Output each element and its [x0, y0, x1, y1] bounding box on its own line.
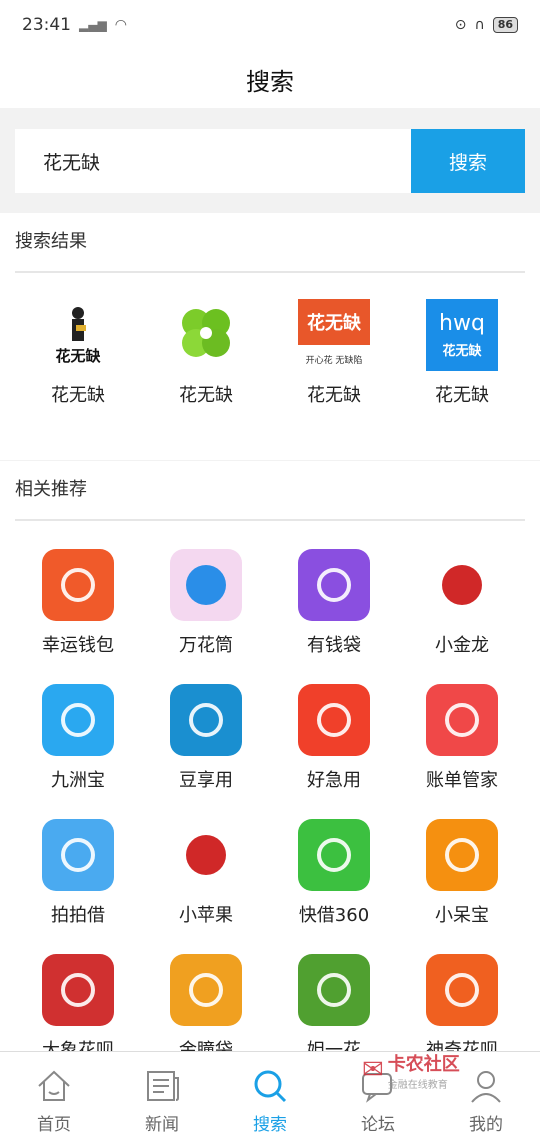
golden-eye-icon — [170, 954, 242, 1026]
recommend-item[interactable]: 幸运钱包 — [14, 549, 142, 657]
result-item[interactable]: 花无缺 花无缺 — [14, 299, 142, 407]
page-title: 搜索 — [0, 50, 540, 108]
news-icon — [147, 1071, 179, 1101]
huawuque-man-logo: 花无缺 — [42, 299, 114, 371]
battery-icon: 86 — [492, 17, 518, 33]
recommend-item[interactable]: 妲一花 — [270, 954, 398, 1051]
result-label: 花无缺 — [51, 385, 105, 406]
search-results-section: 搜索结果 花无缺 花无缺 花无缺 花无缺 开心花 无缺陷 花无缺 hwq 花无缺… — [0, 213, 540, 460]
logo-text: hwq — [439, 311, 485, 336]
logo-subtext: 开心花 无缺陷 — [305, 356, 363, 366]
lightning-icon — [298, 684, 370, 756]
recommend-item[interactable]: 账单管家 — [398, 684, 526, 792]
logo-banner: 花无缺 — [298, 299, 370, 345]
recommend-label: 妲一花 — [307, 1040, 361, 1051]
watermark-logo-icon: ✉ — [362, 1055, 384, 1085]
recommend-item[interactable]: 大象花呗 — [14, 954, 142, 1051]
recommend-item[interactable]: 九洲宝 — [14, 684, 142, 792]
result-label: 花无缺 — [307, 385, 361, 406]
hwq-blue-logo: hwq 花无缺 — [426, 299, 498, 371]
recommend-item[interactable]: 小呆宝 — [398, 819, 526, 927]
jiuzhou-pinwheel-icon — [42, 684, 114, 756]
wifi-icon: ◠ — [114, 17, 127, 33]
recommend-label: 小金龙 — [435, 635, 489, 656]
search-results-grid: 花无缺 花无缺 花无缺 花无缺 开心花 无缺陷 花无缺 hwq 花无缺 花无缺 — [0, 273, 540, 407]
result-item[interactable]: 花无缺 开心花 无缺陷 花无缺 — [270, 299, 398, 407]
search-input[interactable] — [15, 129, 411, 193]
lucky-wallet-icon — [42, 549, 114, 621]
nav-home[interactable]: 首页 — [0, 1052, 108, 1140]
search-results-title: 搜索结果 — [15, 231, 87, 252]
nav-label: 搜索 — [253, 1115, 287, 1135]
four-leaf-clover-logo — [170, 299, 242, 371]
apple-icon — [170, 819, 242, 891]
magic-huabei-icon — [426, 954, 498, 1026]
recommend-label: 账单管家 — [426, 770, 498, 791]
recommend-label: 拍拍借 — [51, 905, 105, 926]
lock-rotation-icon: ⊙ — [454, 17, 467, 33]
recommend-title: 相关推荐 — [15, 479, 87, 500]
huawuque-red-banner-logo: 花无缺 开心花 无缺陷 — [298, 299, 370, 371]
recommend-label: 快借360 — [298, 905, 370, 926]
elephant-huabei-icon — [42, 954, 114, 1026]
recommend-item[interactable]: 金瞳袋 — [142, 954, 270, 1051]
bill-manager-icon — [426, 684, 498, 756]
recommend-item[interactable]: 小苹果 — [142, 819, 270, 927]
nav-label: 我的 — [469, 1115, 503, 1135]
search-bar: 搜索 — [0, 108, 540, 213]
golden-dragon-icon — [426, 549, 498, 621]
recommend-grid: 幸运钱包 万花筒 有钱袋 小金龙九洲宝 豆享用 好急用 账单管家拍拍借 小苹果 快借360 小呆宝… — [0, 521, 540, 1051]
xiaodaibao-icon — [426, 819, 498, 891]
recommend-item[interactable]: 好急用 — [270, 684, 398, 792]
recommend-item[interactable]: 神奇花呗 — [398, 954, 526, 1051]
headphones-icon: ∩ — [474, 17, 485, 33]
logo-subtext: 花无缺 — [442, 344, 482, 359]
status-bar: 23:41 ▂▄▆ ◠ ⊙ ∩ 86 — [0, 0, 540, 50]
paipaijie-icon — [42, 819, 114, 891]
kaleidoscope-icon — [170, 549, 242, 621]
watermark-title: 卡农社区 — [387, 1053, 460, 1075]
nav-search[interactable]: 搜索 — [216, 1052, 324, 1140]
recommend-label: 豆享用 — [179, 770, 233, 791]
recommend-item[interactable]: 万花筒 — [142, 549, 270, 657]
recommend-item[interactable]: 快借360 — [270, 819, 398, 927]
recommend-label: 有钱袋 — [307, 635, 361, 656]
recommend-item[interactable]: 拍拍借 — [14, 819, 142, 927]
watermark: ✉ 卡农社区 金融在线教育 — [362, 1050, 492, 1091]
home-icon — [38, 1070, 70, 1101]
recommend-label: 小呆宝 — [435, 905, 489, 926]
recommend-item[interactable]: 有钱袋 — [270, 549, 398, 657]
search-icon — [254, 1070, 287, 1103]
status-time: 23:41 — [22, 15, 71, 35]
recommend-label: 九洲宝 — [51, 770, 105, 791]
signal-icon: ▂▄▆ — [79, 18, 107, 32]
douxiang-icon — [170, 684, 242, 756]
recommend-item[interactable]: 豆享用 — [142, 684, 270, 792]
recommend-item[interactable]: 小金龙 — [398, 549, 526, 657]
recommend-section: 相关推荐 幸运钱包 万花筒 有钱袋 小金龙九洲宝 豆享用 好急用 账单管家拍拍借 小苹果 快借3… — [0, 461, 540, 1051]
watermark-sub: 金融在线教育 — [387, 1079, 448, 1091]
svg-text:花无缺: 花无缺 — [55, 347, 101, 365]
recommend-label: 好急用 — [307, 770, 361, 791]
result-item[interactable]: hwq 花无缺 花无缺 — [398, 299, 526, 407]
nav-label: 新闻 — [145, 1115, 179, 1135]
nav-news[interactable]: 新闻 — [108, 1052, 216, 1140]
nav-label: 首页 — [37, 1115, 71, 1135]
money-bag-icon — [298, 549, 370, 621]
green-logo-icon — [298, 954, 370, 1026]
search-button[interactable]: 搜索 — [411, 129, 525, 193]
recommend-label: 大象花呗 — [42, 1040, 114, 1051]
result-item[interactable]: 花无缺 — [142, 299, 270, 407]
recommend-label: 金瞳袋 — [179, 1040, 233, 1051]
recommend-label: 万花筒 — [179, 635, 233, 656]
recommend-label: 小苹果 — [179, 905, 233, 926]
result-label: 花无缺 — [435, 385, 489, 406]
result-label: 花无缺 — [179, 385, 233, 406]
yuan-green-icon — [298, 819, 370, 891]
recommend-label: 幸运钱包 — [42, 635, 114, 656]
nav-label: 论坛 — [361, 1115, 395, 1135]
